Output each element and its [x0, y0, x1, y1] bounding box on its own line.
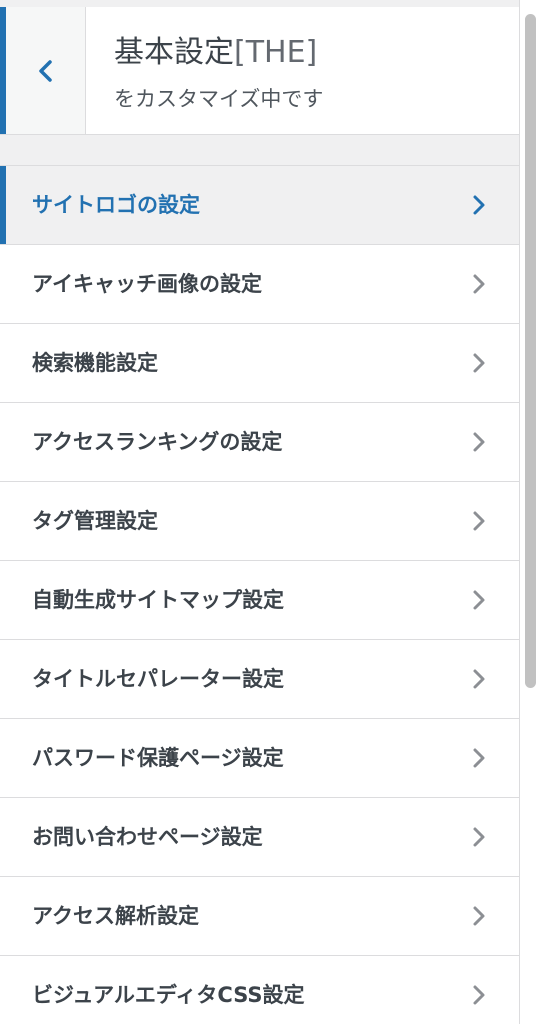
menu-item-label: 検索機能設定	[32, 351, 158, 375]
page-title: 基本設定[THE]	[114, 27, 317, 71]
menu-item-label: タグ管理設定	[32, 509, 158, 533]
menu-item[interactable]: サイトロゴの設定	[0, 166, 519, 245]
menu-item[interactable]: パスワード保護ページ設定	[0, 719, 519, 798]
chevron-right-icon	[473, 195, 485, 215]
menu-item[interactable]: ビジュアルエディタCSS設定	[0, 956, 519, 1024]
chevron-right-icon	[473, 827, 485, 847]
page-title-suffix: [THE]	[234, 35, 318, 70]
menu-item[interactable]: アクセス解析設定	[0, 877, 519, 956]
section-gap	[0, 135, 519, 166]
chevron-right-icon	[473, 906, 485, 926]
menu-item-label: タイトルセパレーター設定	[32, 667, 284, 691]
page-title-main: 基本設定	[114, 35, 234, 70]
chevron-right-icon	[473, 511, 485, 531]
menu-item[interactable]: アイキャッチ画像の設定	[0, 245, 519, 324]
top-strip	[0, 0, 519, 7]
chevron-right-icon	[473, 748, 485, 768]
chevron-right-icon	[473, 353, 485, 373]
menu-item[interactable]: アクセスランキングの設定	[0, 403, 519, 482]
page-subtitle: をカスタマイズ中です	[114, 87, 324, 111]
back-button[interactable]	[0, 7, 86, 134]
section-header: 基本設定[THE] をカスタマイズ中です	[0, 7, 519, 135]
chevron-right-icon	[473, 669, 485, 689]
menu-item-label: パスワード保護ページ設定	[32, 746, 284, 770]
menu-item-label: アクセス解析設定	[32, 904, 199, 928]
chevron-right-icon	[473, 274, 485, 294]
menu-item[interactable]: タイトルセパレーター設定	[0, 640, 519, 719]
menu-item[interactable]: 自動生成サイトマップ設定	[0, 561, 519, 640]
settings-menu: サイトロゴの設定アイキャッチ画像の設定 検索機能設定アクセスランキングの設定 タグ管…	[0, 166, 519, 1024]
menu-item[interactable]: 検索機能設定	[0, 324, 519, 403]
chevron-right-icon	[473, 432, 485, 452]
menu-item-label: ビジュアルエディタCSS設定	[32, 983, 305, 1007]
customizer-panel: 基本設定[THE] をカスタマイズ中です サイトロゴの設定アイキャッチ画像の設定…	[0, 0, 519, 1024]
menu-item-label: アクセスランキングの設定	[32, 430, 283, 454]
menu-item[interactable]: お問い合わせページ設定	[0, 798, 519, 877]
chevron-left-icon	[38, 59, 52, 82]
chevron-right-icon	[473, 985, 485, 1005]
scrollbar-thumb[interactable]	[525, 14, 536, 688]
menu-item-label: サイトロゴの設定	[32, 193, 200, 217]
menu-item[interactable]: タグ管理設定	[0, 482, 519, 561]
menu-item-label: アイキャッチ画像の設定	[32, 272, 262, 296]
chevron-right-icon	[473, 590, 485, 610]
menu-item-label: お問い合わせページ設定	[32, 825, 263, 849]
menu-item-label: 自動生成サイトマップ設定	[32, 588, 284, 612]
